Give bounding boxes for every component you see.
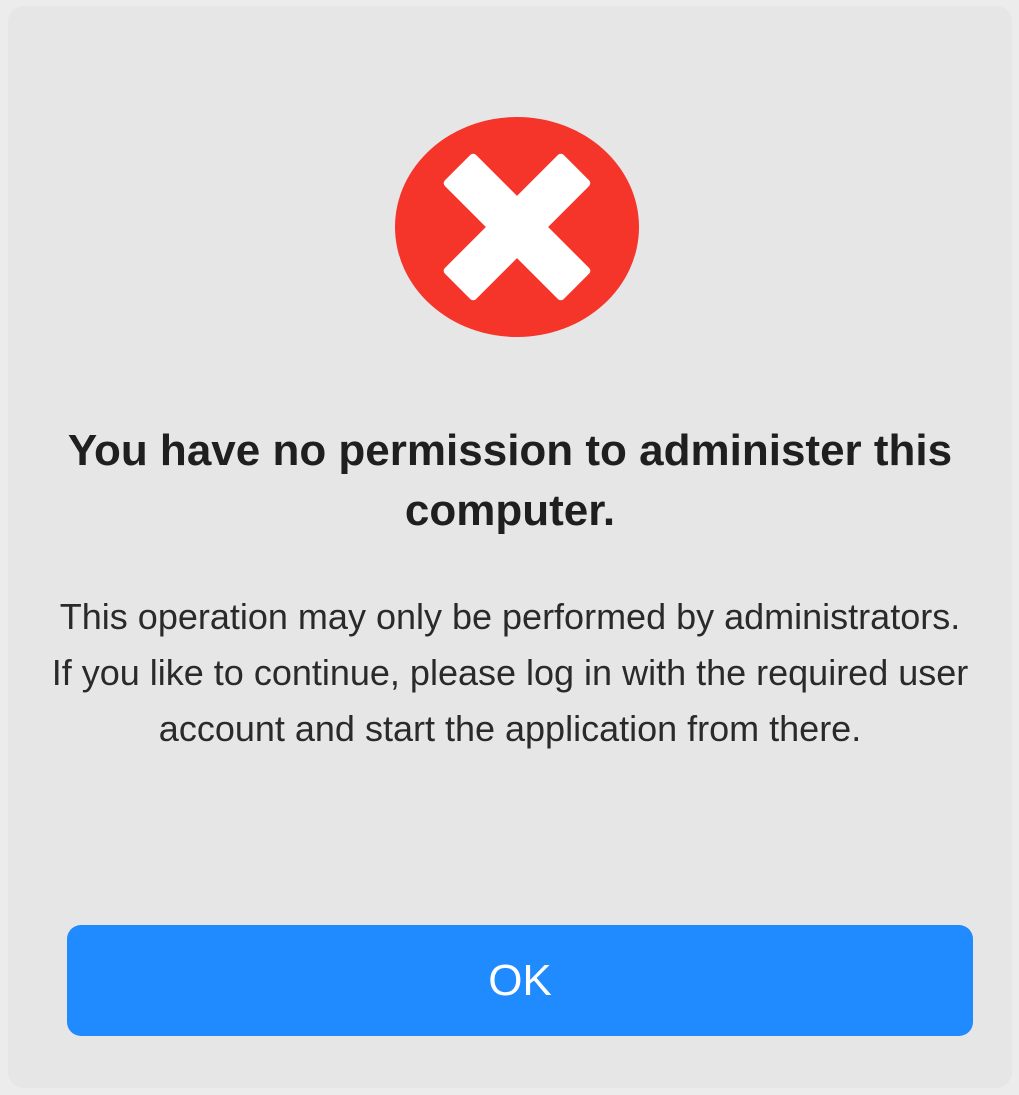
ok-button[interactable]: OK [67,925,973,1036]
dialog-title: You have no permission to administer thi… [67,426,953,535]
error-x-icon [395,117,639,337]
dialog-message: This operation may only be performed by … [51,596,969,749]
permission-alert-dialog: You have no permission to administer thi… [8,6,1012,1088]
